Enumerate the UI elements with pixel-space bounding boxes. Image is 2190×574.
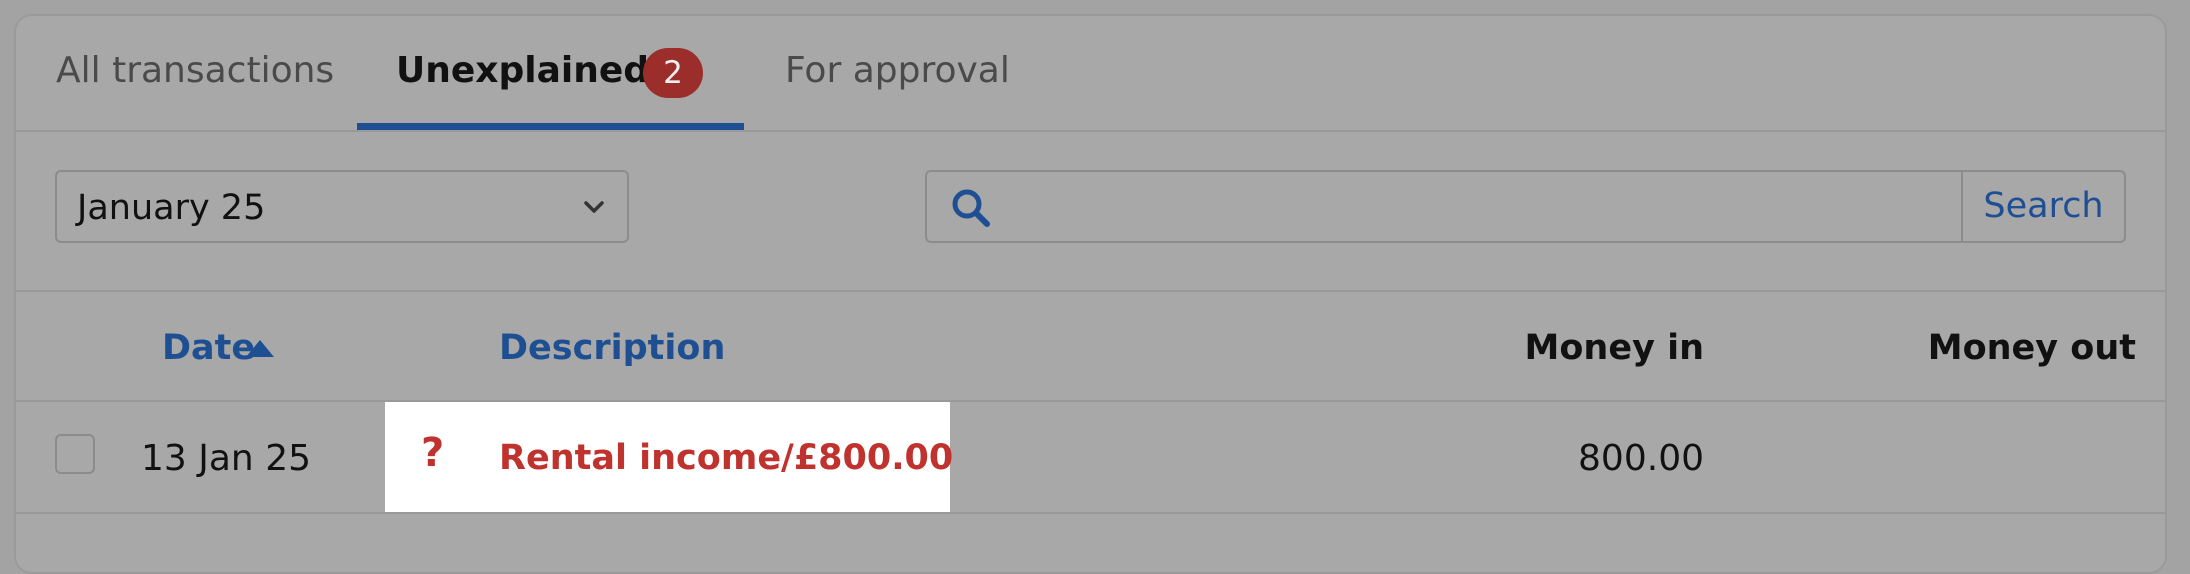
search-box: Search: [925, 170, 2126, 243]
sort-ascending-icon: [246, 340, 274, 357]
column-header-date[interactable]: Date: [162, 328, 255, 368]
table-row: 13 Jan 25 ? Rental income/£800.00 800.00: [16, 402, 2165, 514]
row-checkbox[interactable]: [55, 434, 95, 474]
filter-bar: January 25 Search: [16, 130, 2165, 292]
row-description-link[interactable]: Rental income/£800.00: [499, 438, 953, 478]
search-input[interactable]: [1007, 172, 1961, 243]
row-money-in: 800.00: [1578, 438, 1704, 479]
tab-all-transactions[interactable]: All transactions: [56, 50, 334, 91]
tab-unexplained[interactable]: Unexplained: [396, 50, 649, 91]
chevron-down-icon: [584, 201, 604, 213]
tab-bar: All transactions Unexplained 2 For appro…: [16, 16, 2165, 132]
tab-for-approval[interactable]: For approval: [785, 50, 1010, 91]
search-icon: [952, 189, 990, 227]
column-header-money-out: Money out: [1927, 328, 2136, 368]
period-select-value: January 25: [77, 188, 266, 228]
period-select[interactable]: January 25: [55, 170, 629, 243]
unexplained-count-badge: 2: [643, 48, 703, 98]
column-header-money-in: Money in: [1524, 328, 1704, 368]
search-button[interactable]: Search: [1961, 172, 2124, 241]
table-header: Date Description Money in Money out: [16, 290, 2165, 402]
question-icon: ?: [421, 430, 445, 476]
column-header-description[interactable]: Description: [499, 328, 725, 368]
row-date: 13 Jan 25: [141, 438, 311, 479]
transactions-panel: All transactions Unexplained 2 For appro…: [14, 14, 2167, 574]
active-tab-indicator: [357, 123, 744, 130]
